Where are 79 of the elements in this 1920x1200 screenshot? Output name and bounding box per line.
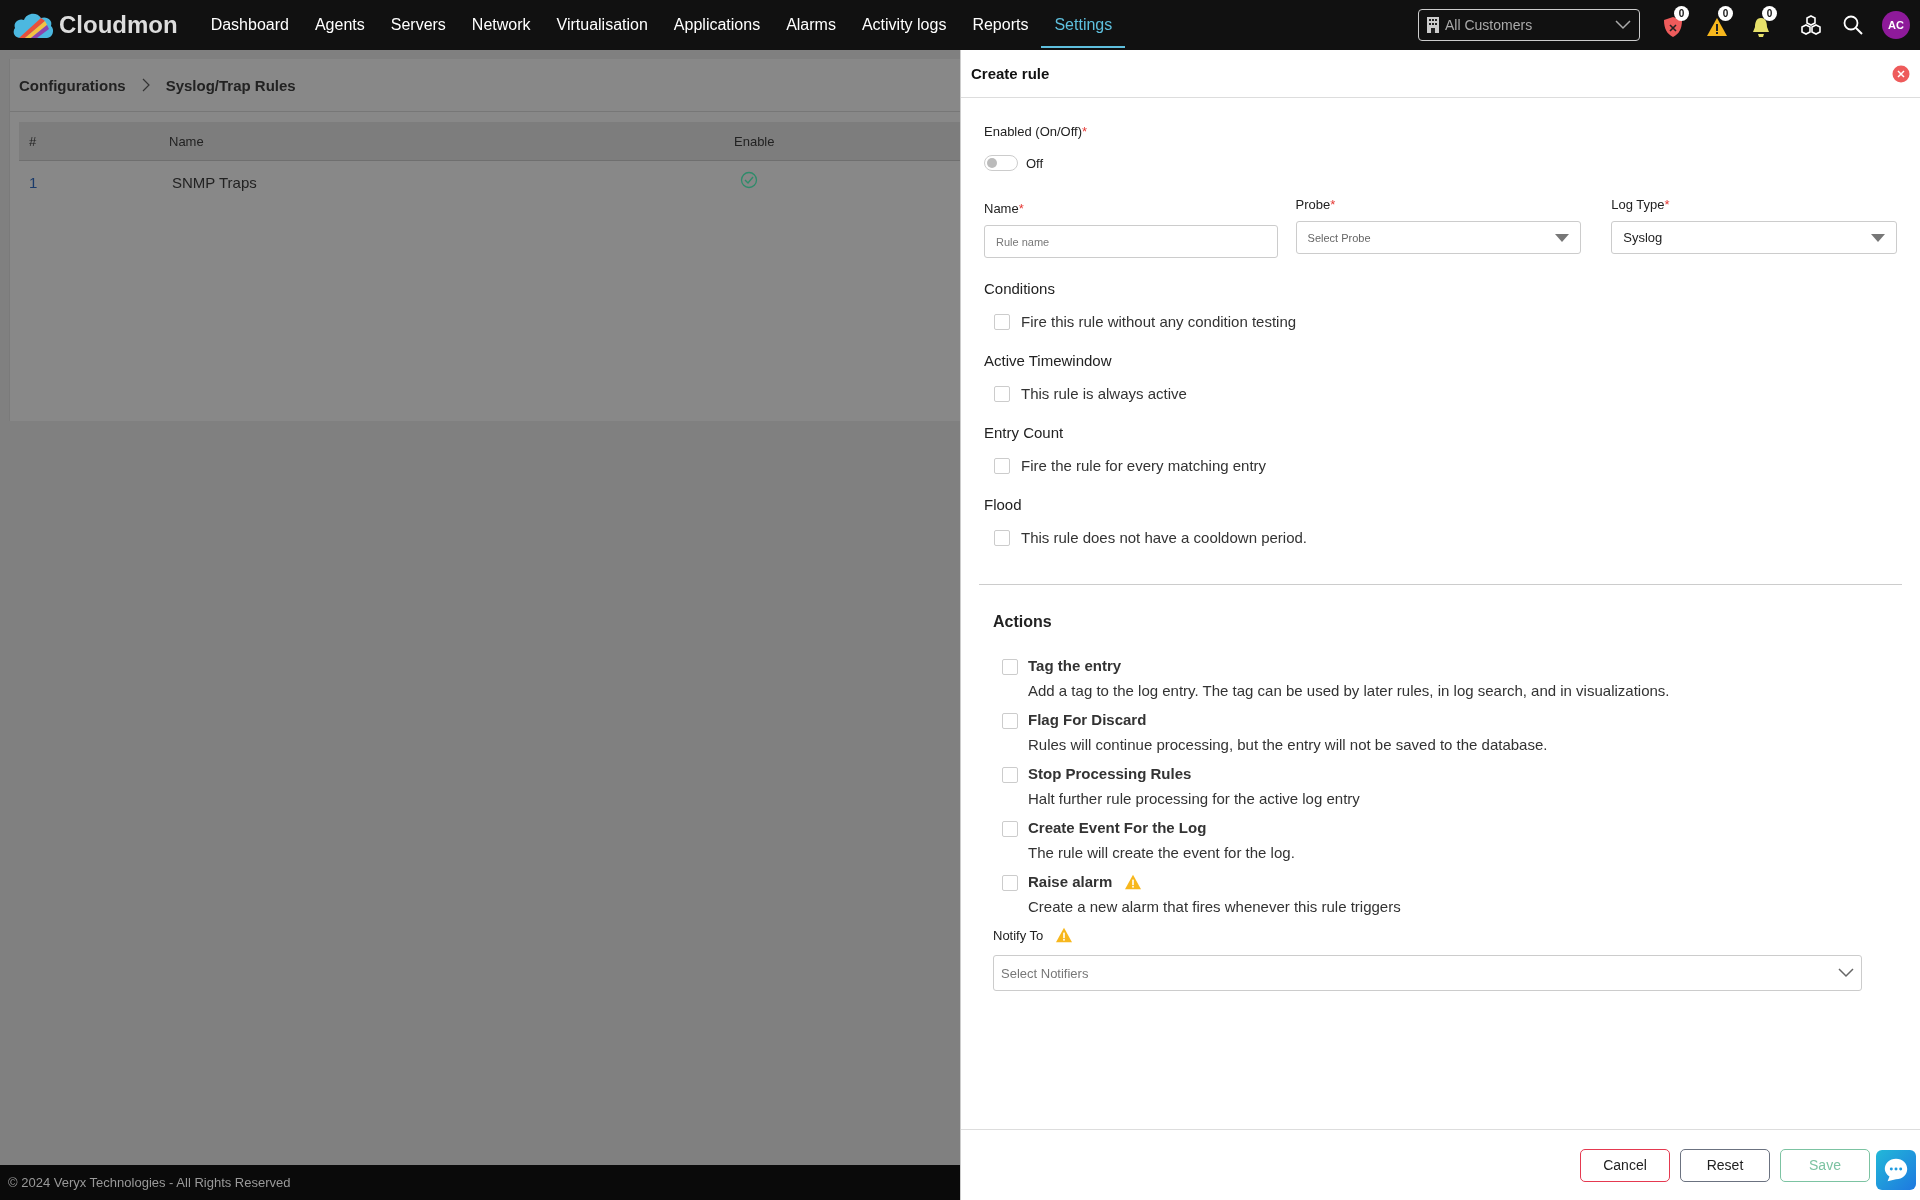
chat-button[interactable] xyxy=(1876,1150,1916,1190)
checkbox-label: This rule does not have a cooldown period. xyxy=(1021,529,1307,546)
checkbox-label: This rule is always active xyxy=(1021,385,1187,402)
field-label: Probe* xyxy=(1295,197,1337,212)
field-label: Enabled (On/Off)* xyxy=(984,124,1089,139)
copyright-text: © 2024 Veryx Technologies - All Rights Reserved xyxy=(8,1175,291,1190)
breadcrumb-link[interactable]: Configurations xyxy=(19,76,126,94)
checkbox-label: Tag the entry xyxy=(1028,657,1122,674)
chat-bubble-icon xyxy=(1882,1156,1910,1184)
search-icon[interactable] xyxy=(1842,15,1864,35)
field-label: Notify To xyxy=(993,927,1044,943)
nav-tab[interactable]: Reports xyxy=(959,3,1042,48)
dropdown-select[interactable]: Select Probe xyxy=(1295,221,1582,254)
user-avatar[interactable]: AC xyxy=(1882,11,1910,39)
brand-name: Cloudmon xyxy=(59,11,178,39)
column-header: # xyxy=(28,133,38,149)
count-badge: 0 xyxy=(1674,6,1689,21)
nav-tab[interactable]: Network xyxy=(458,3,544,48)
checkbox-label: Stop Processing Rules xyxy=(1028,765,1192,782)
toggle-label: Off xyxy=(1026,155,1044,171)
warning-icon[interactable] xyxy=(1706,16,1728,38)
checkbox[interactable] xyxy=(1002,713,1018,729)
nav-tab[interactable]: Settings xyxy=(1041,3,1126,48)
checkbox-label: Fire the rule for every matching entry xyxy=(1021,457,1267,474)
nav-tab[interactable]: Virtualisation xyxy=(543,3,661,48)
building-icon xyxy=(1427,17,1439,33)
field-label: Log Type* xyxy=(1611,197,1671,212)
action-description: Halt further rule processing for the active log entry xyxy=(1028,790,1360,807)
reset-button[interactable]: Reset xyxy=(1680,1148,1770,1182)
chevron-down-icon xyxy=(1615,20,1631,30)
checkbox-label: Raise alarm xyxy=(1028,873,1113,890)
table-cell-text: 1 xyxy=(28,173,39,191)
checkbox[interactable] xyxy=(994,313,1010,330)
notifiers-select[interactable]: Select Notifiers xyxy=(993,955,1862,991)
caret-icon xyxy=(1871,233,1885,242)
section-title: Actions xyxy=(993,613,1053,631)
section-title: Active Timewindow xyxy=(984,352,1113,369)
checkbox-label: Flag For Discard xyxy=(1028,711,1147,728)
shield-icon[interactable] xyxy=(1662,16,1684,38)
cancel-button[interactable]: Cancel xyxy=(1580,1148,1670,1182)
close-icon[interactable] xyxy=(1892,64,1910,83)
count-badge: 0 xyxy=(1762,6,1777,21)
nav-tab[interactable]: Applications xyxy=(660,3,774,48)
bell-icon[interactable] xyxy=(1750,16,1772,38)
checkbox[interactable] xyxy=(1002,659,1018,675)
checkbox[interactable] xyxy=(1002,875,1018,891)
table-cell-text: SNMP Traps xyxy=(171,173,258,191)
action-description: Add a tag to the log entry. The tag can be used by later rules, in log search, and in visualizations. xyxy=(1028,682,1670,699)
nav-tab[interactable]: Servers xyxy=(377,3,459,48)
checkbox[interactable] xyxy=(1002,767,1018,783)
name-input[interactable]: Rule name xyxy=(984,225,1278,258)
checkbox-label: Fire this rule without any condition testing xyxy=(1021,313,1297,330)
action-description: Rules will continue processing, but the entry will not be saved to the database. xyxy=(1028,736,1548,753)
section-title: Flood xyxy=(984,496,1023,513)
nav-tab[interactable]: Activity logs xyxy=(848,3,960,48)
action-description: Create a new alarm that fires whenever this rule triggers xyxy=(1028,898,1401,915)
checkbox[interactable] xyxy=(994,529,1010,546)
checkbox[interactable] xyxy=(1002,821,1018,837)
dropdown-select[interactable]: Syslog xyxy=(1611,221,1897,254)
chevron-right-icon xyxy=(141,78,150,92)
field-label: Name* xyxy=(984,201,1025,216)
section-title: Conditions xyxy=(984,280,1056,297)
chevron-down-icon xyxy=(1838,968,1854,978)
section-title: Entry Count xyxy=(984,424,1065,441)
caret-icon xyxy=(1555,233,1570,242)
panel-title: Create rule xyxy=(971,65,1050,82)
column-header: Name xyxy=(169,133,205,149)
action-description: The rule will create the event for the log. xyxy=(1028,844,1295,861)
count-badge: 0 xyxy=(1718,6,1733,21)
customer-select[interactable]: All Customers xyxy=(1418,9,1640,41)
breadcrumb-current: Syslog/Trap Rules xyxy=(165,76,296,94)
checkbox[interactable] xyxy=(994,385,1010,402)
column-header: Enable xyxy=(734,133,776,149)
checkbox-label: Create Event For the Log xyxy=(1028,819,1207,836)
nav-tab[interactable]: Alarms xyxy=(773,3,849,48)
nav-tab[interactable]: Dashboard xyxy=(197,3,302,48)
cubes-icon[interactable] xyxy=(1800,15,1822,35)
checkbox[interactable] xyxy=(994,457,1010,474)
nav-tab[interactable]: Agents xyxy=(301,3,378,48)
